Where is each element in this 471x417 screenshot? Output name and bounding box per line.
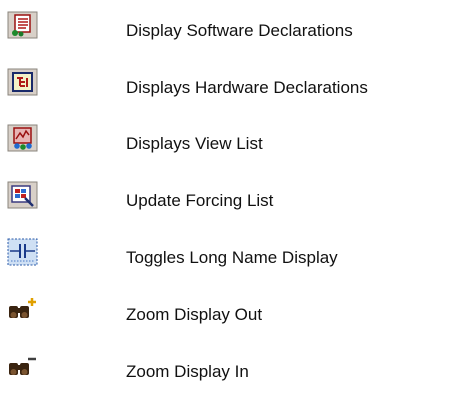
- legend-row: Displays Hardware Declarations: [0, 68, 471, 108]
- long-name-toggle-icon: [7, 238, 38, 266]
- software-declarations-icon: [7, 11, 38, 39]
- legend-label: Toggles Long Name Display: [126, 248, 338, 267]
- legend-label: Displays View List: [126, 134, 263, 153]
- legend-label: Display Software Declarations: [126, 21, 353, 40]
- legend-row: Displays View List: [0, 124, 471, 164]
- legend-label: Displays Hardware Declarations: [126, 78, 368, 97]
- view-list-icon: [7, 124, 38, 152]
- legend-label: Update Forcing List: [126, 191, 274, 210]
- legend-label: Zoom Display In: [126, 362, 249, 381]
- hardware-declarations-icon: [7, 68, 38, 96]
- legend-row: Toggles Long Name Display: [0, 238, 471, 278]
- zoom-out-binoculars-icon: [7, 295, 38, 323]
- forcing-list-icon: [7, 181, 38, 209]
- legend-row: Zoom Display In: [0, 352, 471, 392]
- legend-label: Zoom Display Out: [126, 305, 263, 324]
- zoom-in-binoculars-icon: [7, 352, 38, 380]
- legend-row: Update Forcing List: [0, 181, 471, 221]
- legend-row: Display Software Declarations: [0, 11, 471, 51]
- legend-row: Zoom Display Out: [0, 295, 471, 335]
